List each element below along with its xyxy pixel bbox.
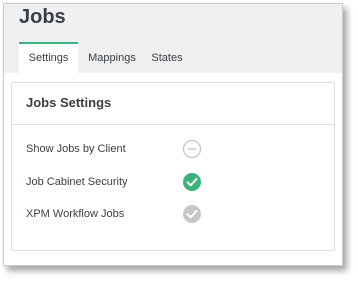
page-title: Jobs bbox=[19, 6, 66, 28]
panel-header: Jobs Settings bbox=[12, 83, 334, 125]
setting-label: Show Jobs by Client bbox=[26, 143, 126, 155]
setting-label: Job Cabinet Security bbox=[26, 176, 128, 188]
tab-content: Jobs Settings Show Jobs by Client Job Ca… bbox=[4, 73, 342, 265]
setting-row-show-jobs-by-client: Show Jobs by Client bbox=[26, 139, 316, 161]
jobs-window: Jobs Settings Mappings States Jobs Setti… bbox=[3, 3, 343, 266]
check-circle-green-icon[interactable] bbox=[182, 172, 202, 192]
setting-label: XPM Workflow Jobs bbox=[26, 208, 125, 220]
setting-row-job-cabinet-security: Job Cabinet Security bbox=[26, 172, 316, 194]
tab-settings[interactable]: Settings bbox=[19, 42, 78, 74]
check-circle-gray-icon[interactable] bbox=[182, 204, 202, 224]
jobs-settings-panel: Jobs Settings Show Jobs by Client Job Ca… bbox=[11, 82, 335, 251]
panel-title: Jobs Settings bbox=[26, 95, 112, 110]
setting-row-xpm-workflow-jobs: XPM Workflow Jobs bbox=[26, 204, 316, 226]
tab-mappings[interactable]: Mappings bbox=[82, 42, 142, 73]
tab-states[interactable]: States bbox=[146, 42, 188, 73]
minus-circle-icon[interactable] bbox=[182, 139, 202, 159]
